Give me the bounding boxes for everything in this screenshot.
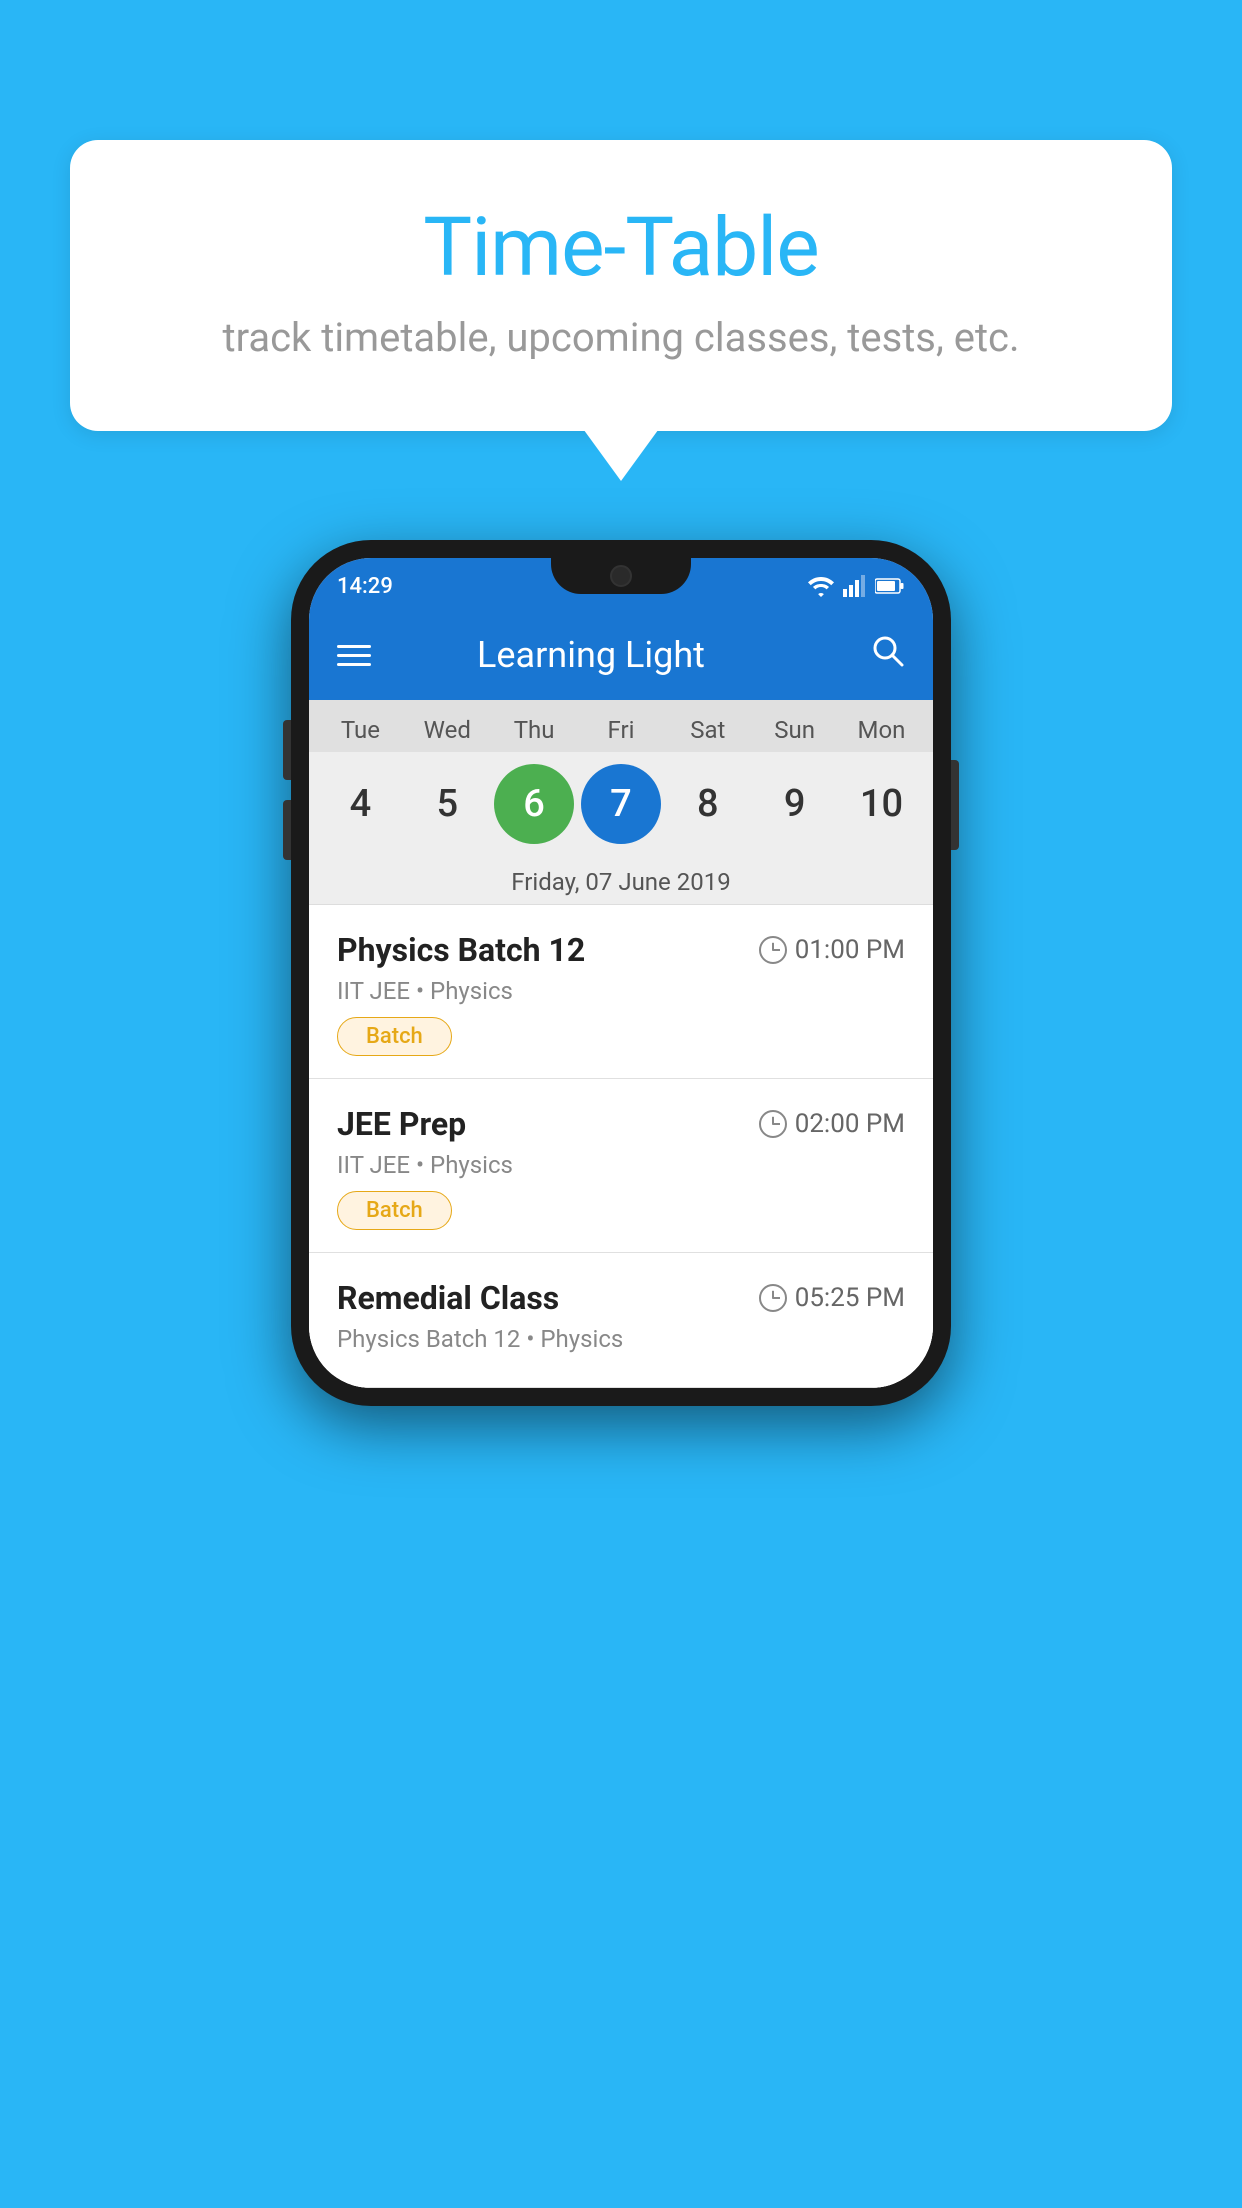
day-name-wed: Wed [407,716,487,744]
search-button[interactable] [871,634,905,677]
menu-line-2 [337,654,371,657]
schedule-item-3-title: Remedial Class [337,1279,559,1317]
battery-icon [875,577,905,595]
clock-icon-3 [759,1284,787,1312]
clock-icon-1 [759,936,787,964]
speech-bubble: Time-Table track timetable, upcoming cla… [70,140,1172,431]
signal-icon [843,575,867,597]
calendar-date-4[interactable]: 4 [320,764,400,844]
phone-screen: 14:29 [309,558,933,1388]
power-button [951,760,959,850]
schedule-item-2-time: 02:00 PM [759,1109,905,1139]
schedule-item-1-badge: Batch [337,1017,452,1056]
schedule-item-1-time: 01:00 PM [759,935,905,965]
wifi-icon [807,575,835,597]
calendar-date-7-selected[interactable]: 7 [581,764,661,844]
calendar-dates: 4 5 6 7 8 9 10 [309,752,933,860]
bubble-title: Time-Table [150,200,1092,296]
status-time: 14:29 [337,574,393,599]
menu-line-1 [337,645,371,648]
schedule-item-2-title: JEE Prep [337,1105,466,1143]
front-camera [610,565,632,587]
clock-icon-2 [759,1110,787,1138]
schedule-item-3-header: Remedial Class 05:25 PM [337,1279,905,1317]
volume-down-button [283,800,291,860]
schedule-item-3[interactable]: Remedial Class 05:25 PM Physics Batch 12… [309,1253,933,1388]
phone-container: 14:29 [291,540,951,1406]
calendar-date-9[interactable]: 9 [755,764,835,844]
schedule-item-1-header: Physics Batch 12 01:00 PM [337,931,905,969]
schedule-item-1-subtitle: IIT JEE • Physics [337,977,905,1005]
schedule-item-3-time: 05:25 PM [759,1283,905,1313]
day-name-mon: Mon [841,716,921,744]
menu-button[interactable] [337,645,371,666]
day-name-thu: Thu [494,716,574,744]
speech-bubble-container: Time-Table track timetable, upcoming cla… [70,140,1172,431]
app-bar: Learning Light [309,610,933,700]
schedule-item-3-time-text: 05:25 PM [795,1283,905,1313]
status-icons [807,575,905,597]
schedule-item-3-subtitle: Physics Batch 12 • Physics [337,1325,905,1353]
calendar-date-10[interactable]: 10 [841,764,921,844]
schedule-item-2-time-text: 02:00 PM [795,1109,905,1139]
phone-outer: 14:29 [291,540,951,1406]
schedule-item-2-subtitle: IIT JEE • Physics [337,1151,905,1179]
schedule-item-2[interactable]: JEE Prep 02:00 PM IIT JEE • Physics Batc… [309,1079,933,1253]
bubble-subtitle: track timetable, upcoming classes, tests… [150,314,1092,361]
schedule-item-2-badge: Batch [337,1191,452,1230]
day-name-tue: Tue [320,716,400,744]
day-name-sun: Sun [755,716,835,744]
selected-date-label: Friday, 07 June 2019 [309,860,933,905]
schedule-item-1-title: Physics Batch 12 [337,931,585,969]
schedule-list: Physics Batch 12 01:00 PM IIT JEE • Phys… [309,905,933,1388]
calendar-date-8[interactable]: 8 [668,764,748,844]
menu-line-3 [337,663,371,666]
schedule-item-2-header: JEE Prep 02:00 PM [337,1105,905,1143]
calendar-date-5[interactable]: 5 [407,764,487,844]
calendar-date-6-today[interactable]: 6 [494,764,574,844]
day-name-fri: Fri [581,716,661,744]
schedule-item-1[interactable]: Physics Batch 12 01:00 PM IIT JEE • Phys… [309,905,933,1079]
schedule-item-1-time-text: 01:00 PM [795,935,905,965]
day-name-sat: Sat [668,716,748,744]
notch [551,558,691,594]
volume-up-button [283,720,291,780]
app-title: Learning Light [401,634,841,676]
calendar-day-names: Tue Wed Thu Fri Sat Sun Mon [309,700,933,752]
